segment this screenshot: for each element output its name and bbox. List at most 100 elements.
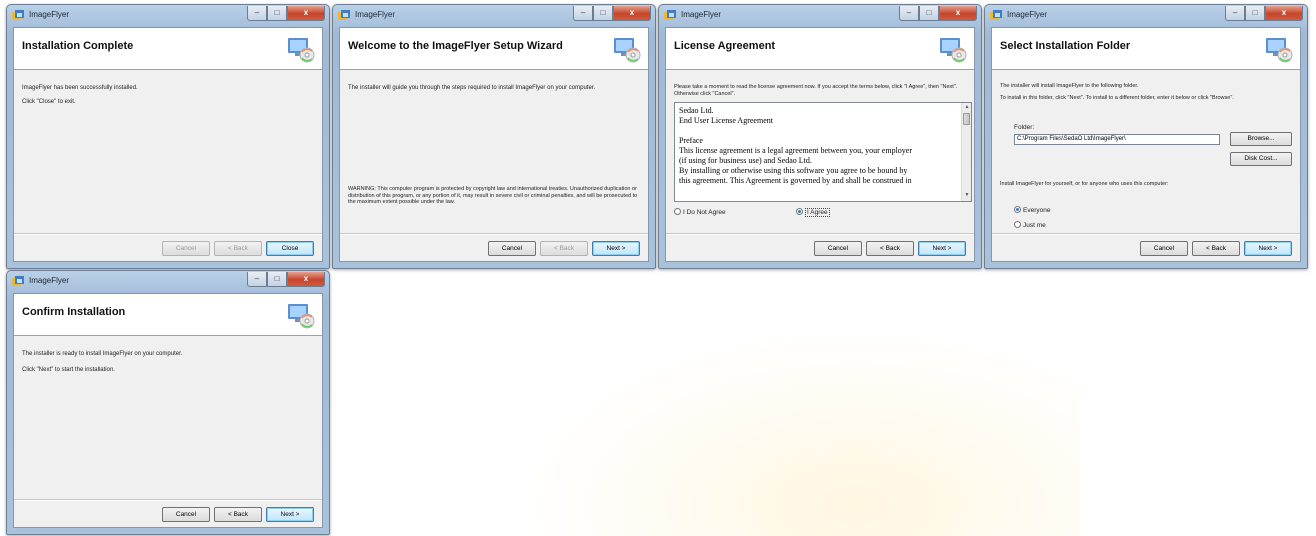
minimize-button[interactable]: – bbox=[247, 6, 267, 21]
button-bar: Cancel < Back Close bbox=[14, 233, 322, 261]
folder-label: Folder: bbox=[1014, 124, 1035, 131]
minimize-button[interactable]: – bbox=[1225, 6, 1245, 21]
license-text-box[interactable]: Sedao Ltd. End User License Agreement Pr… bbox=[674, 102, 972, 202]
wizard-client-area: License Agreement Please take a moment t… bbox=[665, 27, 975, 262]
cancel-button[interactable]: Cancel bbox=[162, 241, 210, 256]
folder-intro-text: The installer will install ImageFlyer to… bbox=[1000, 83, 1139, 89]
minimize-button[interactable]: – bbox=[573, 6, 593, 21]
license-line bbox=[679, 126, 959, 136]
title-bar[interactable]: ImageFlyer – □ x bbox=[659, 5, 981, 27]
imageflyer-app-icon bbox=[338, 10, 350, 20]
radio-i-do-not-agree[interactable]: I Do Not Agree bbox=[674, 208, 726, 217]
wizard-client-area: Select Installation Folder The installer… bbox=[991, 27, 1301, 262]
close-window-button[interactable]: x bbox=[939, 6, 977, 21]
next-button[interactable]: Next > bbox=[1244, 241, 1292, 256]
wizard-client-area: Confirm Installation The installer is re… bbox=[13, 293, 323, 528]
browse-button[interactable]: Browse... bbox=[1230, 132, 1292, 146]
next-button[interactable]: Next > bbox=[918, 241, 966, 256]
close-window-button[interactable]: x bbox=[613, 6, 651, 21]
close-instruction: Click "Close" to exit. bbox=[22, 99, 76, 105]
button-bar: Cancel < Back Next > bbox=[992, 233, 1300, 261]
success-message: ImageFlyer has been successfully install… bbox=[22, 85, 138, 91]
setup-computer-icon bbox=[614, 38, 641, 63]
window-title: ImageFlyer bbox=[355, 10, 396, 19]
scroll-down-arrow-icon[interactable]: ▼ bbox=[963, 192, 971, 200]
copyright-warning: WARNING: This computer program is protec… bbox=[348, 186, 638, 205]
license-scrollbar[interactable]: ▲ ▼ bbox=[961, 103, 971, 201]
cancel-button[interactable]: Cancel bbox=[1140, 241, 1188, 256]
disk-cost-button[interactable]: Disk Cost... bbox=[1230, 152, 1292, 166]
radio-icon bbox=[674, 208, 681, 215]
title-bar[interactable]: ImageFlyer – □ x bbox=[333, 5, 655, 27]
minimize-button[interactable]: – bbox=[899, 6, 919, 21]
folder-path-input[interactable]: C:\Program Files\SedaO Ltd\ImageFlyer\ bbox=[1014, 134, 1220, 145]
background-glow bbox=[520, 330, 1080, 536]
radio-just-me[interactable]: Just me bbox=[1014, 221, 1046, 230]
cancel-button[interactable]: Cancel bbox=[814, 241, 862, 256]
radio-selected-icon bbox=[796, 208, 803, 215]
radio-everyone[interactable]: Everyone bbox=[1014, 206, 1050, 215]
license-text: Sedao Ltd. End User License Agreement Pr… bbox=[679, 106, 959, 186]
wizard-banner: License Agreement bbox=[666, 28, 974, 70]
wizard-banner: Installation Complete bbox=[14, 28, 322, 70]
wizard-banner: Welcome to the ImageFlyer Setup Wizard bbox=[340, 28, 648, 70]
close-window-button[interactable]: x bbox=[1265, 6, 1303, 21]
license-instructions: Please take a moment to read the license… bbox=[674, 84, 958, 97]
radio-i-agree[interactable]: I Agree bbox=[796, 208, 830, 217]
wizard-client-area: Installation Complete ImageFlyer has bee… bbox=[13, 27, 323, 262]
setup-computer-icon bbox=[288, 304, 315, 329]
close-window-button[interactable]: x bbox=[287, 272, 325, 287]
back-button[interactable]: < Back bbox=[540, 241, 588, 256]
minimize-button[interactable]: – bbox=[247, 272, 267, 287]
title-bar[interactable]: ImageFlyer – □ x bbox=[7, 5, 329, 27]
folder-instructions: To install in this folder, click "Next".… bbox=[1000, 95, 1234, 101]
license-agreement-window: ImageFlyer – □ x License Agreement Pleas… bbox=[658, 4, 982, 269]
maximize-button[interactable]: □ bbox=[593, 6, 613, 21]
select-folder-window: ImageFlyer – □ x Select Installation Fol… bbox=[984, 4, 1308, 269]
next-instruction: Click "Next" to start the installation. bbox=[22, 367, 115, 373]
button-bar: Cancel < Back Next > bbox=[340, 233, 648, 261]
setup-computer-icon bbox=[940, 38, 967, 63]
scroll-up-arrow-icon[interactable]: ▲ bbox=[963, 104, 971, 112]
title-bar[interactable]: ImageFlyer – □ x bbox=[985, 5, 1307, 27]
page-title: Select Installation Folder bbox=[1000, 40, 1131, 52]
wizard-banner: Select Installation Folder bbox=[992, 28, 1300, 70]
page-title: License Agreement bbox=[674, 40, 776, 52]
ready-message: The installer is ready to install ImageF… bbox=[22, 351, 183, 357]
window-title: ImageFlyer bbox=[29, 10, 70, 19]
back-button[interactable]: < Back bbox=[866, 241, 914, 256]
back-button[interactable]: < Back bbox=[214, 241, 262, 256]
cancel-button[interactable]: Cancel bbox=[488, 241, 536, 256]
cancel-button[interactable]: Cancel bbox=[162, 507, 210, 522]
close-window-button[interactable]: x bbox=[287, 6, 325, 21]
button-bar: Cancel < Back Next > bbox=[666, 233, 974, 261]
page-title: Welcome to the ImageFlyer Setup Wizard bbox=[348, 40, 563, 52]
confirm-installation-window: ImageFlyer – □ x Confirm Installation Th… bbox=[6, 270, 330, 535]
radio-icon bbox=[1014, 221, 1021, 228]
wizard-client-area: Welcome to the ImageFlyer Setup Wizard T… bbox=[339, 27, 649, 262]
license-line: (if using for business use) and Sedao Lt… bbox=[679, 156, 812, 165]
install-for-prompt: Install ImageFlyer for yourself, or for … bbox=[1000, 181, 1169, 187]
imageflyer-app-icon bbox=[12, 276, 24, 286]
welcome-window: ImageFlyer – □ x Welcome to the ImageFly… bbox=[332, 4, 656, 269]
back-button[interactable]: < Back bbox=[1192, 241, 1240, 256]
next-button[interactable]: Next > bbox=[266, 507, 314, 522]
maximize-button[interactable]: □ bbox=[267, 272, 287, 287]
maximize-button[interactable]: □ bbox=[267, 6, 287, 21]
intro-text: The installer will guide you through the… bbox=[348, 85, 596, 91]
next-button[interactable]: Next > bbox=[592, 241, 640, 256]
title-bar[interactable]: ImageFlyer – □ x bbox=[7, 271, 329, 293]
wizard-banner: Confirm Installation bbox=[14, 294, 322, 336]
license-line: this agreement. This Agreement is govern… bbox=[679, 176, 912, 185]
setup-computer-icon bbox=[1266, 38, 1293, 63]
license-line: This license agreement is a legal agreem… bbox=[679, 146, 913, 155]
license-line: Preface bbox=[679, 136, 703, 145]
close-button[interactable]: Close bbox=[266, 241, 314, 256]
license-line: Sedao Ltd. bbox=[679, 106, 714, 115]
page-title: Confirm Installation bbox=[22, 306, 126, 318]
license-line: End User License Agreement bbox=[679, 116, 773, 125]
scroll-thumb[interactable] bbox=[963, 113, 970, 125]
maximize-button[interactable]: □ bbox=[919, 6, 939, 21]
back-button[interactable]: < Back bbox=[214, 507, 262, 522]
maximize-button[interactable]: □ bbox=[1245, 6, 1265, 21]
